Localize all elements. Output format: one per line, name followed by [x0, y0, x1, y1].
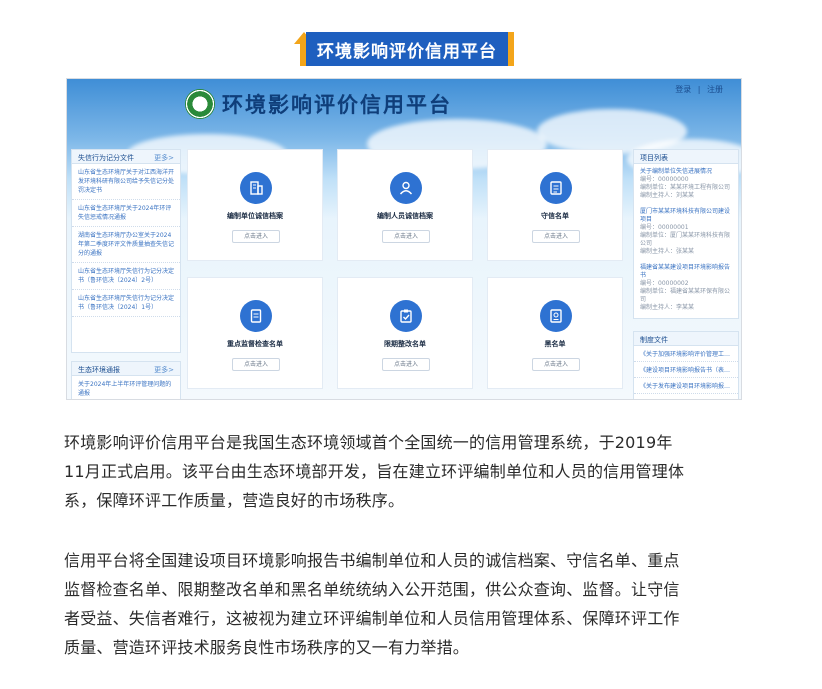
card-trustworthy-list[interactable]: 守信名单 点击进入 [487, 149, 623, 261]
login-links: 登录 | 注册 [675, 85, 723, 94]
project-list-panel: 项目列表 关于编制单位失信进展情况 编号：00000000 编制单位：某某环境工… [633, 149, 739, 319]
person-icon [390, 172, 422, 204]
doc-link[interactable]: 《关于发布建设项目环境影响报告书（表）编制能力建设指南的公告》 [634, 378, 738, 394]
policy-docs-panel: 制度文件 《关于加强环境影响评价管理工作的通知》 《建设项目环境影响报告书（表）… [633, 331, 739, 399]
document-icon [240, 300, 272, 332]
paragraph-line: 系，保障环评工作质量，营造良好的市场秩序。 [64, 491, 405, 510]
more-link[interactable]: 更多> [154, 153, 174, 162]
list-item[interactable]: 山东省生态环境厅失信行为记分决定书（鲁环信决〔2024〕2号） [72, 263, 180, 290]
card-label: 编制人员诚信档案 [377, 212, 433, 220]
card-label: 黑名单 [544, 340, 566, 348]
credit-penalty-files-panel: 失信行为记分文件 更多> 山东省生态环境厅关于对江西海洋开发环境科研有限公司给予… [71, 149, 181, 353]
login-link[interactable]: 登录 [675, 85, 691, 94]
doc-link[interactable]: 《关于加强环境影响评价管理工作的通知》 [634, 346, 738, 362]
panel-title: 生态环境通报 [78, 366, 120, 374]
blacklist-icon [540, 300, 572, 332]
badge-title: 环境影响评价信用平台 [306, 32, 514, 66]
list-item[interactable]: 关于编制单位失信进展情况 编号：00000000 编制单位：某某环境工程有限公司… [634, 164, 738, 204]
card-label: 重点监督检查名单 [227, 340, 283, 348]
panel-title: 失信行为记分文件 [78, 154, 134, 162]
card-blacklist[interactable]: 黑名单 点击进入 [487, 277, 623, 389]
card-unit-credit-archive[interactable]: 编制单位诚信档案 点击进入 [187, 149, 323, 261]
paragraph-line: 信用平台将全国建设项目环境影响报告书编制单位和人员的诚信档案、守信名单、重点 [64, 551, 680, 570]
list-item[interactable]: 山东省生态环境厅失信行为记分决定书（鲁环信决〔2024〕1号） [72, 290, 180, 317]
card-staff-credit-archive[interactable]: 编制人员诚信档案 点击进入 [337, 149, 473, 261]
panel-title: 制度文件 [640, 336, 668, 344]
list-item[interactable]: 福建省某某建设项目环境影响报告书 编号：00000002 编制单位：福建省某某环… [634, 260, 738, 316]
enter-button[interactable]: 点击进入 [382, 358, 430, 371]
clipboard-icon [390, 300, 422, 332]
intro-paragraph: 环境影响评价信用平台是我国生态环境领域首个全国统一的信用管理系统，于2019年 … [64, 428, 764, 515]
more-link[interactable]: 更多> [154, 365, 174, 374]
platform-screenshot: 环境影响评价信用平台 登录 | 注册 失信行为记分文件 更多> 山东省生态环境厅… [66, 78, 742, 400]
doc-link[interactable]: 《建设项目环境影响报告书（表）编制监督管理办法》 [634, 362, 738, 378]
site-title: 环境影响评价信用平台 [222, 93, 452, 117]
list-item[interactable]: 湖南省生态环境厅办公室关于2024年第二季度环评文件质量抽查失信记分的通报 [72, 227, 180, 263]
detail-paragraph: 信用平台将全国建设项目环境影响报告书编制单位和人员的诚信档案、守信名单、重点 监… [64, 546, 764, 662]
list-item[interactable]: 山东省生态环境厅关于对江西海洋开发环境科研有限公司给予失信记分处罚决定书 [72, 164, 180, 200]
enter-button[interactable]: 点击进入 [532, 230, 580, 243]
enter-button[interactable]: 点击进入 [382, 230, 430, 243]
card-label: 守信名单 [541, 212, 569, 220]
enter-button[interactable]: 点击进入 [232, 230, 280, 243]
paragraph-line: 监督检查名单、限期整改名单和黑名单统统纳入公开范围，供公众查询、监督。让守信 [64, 580, 680, 599]
ministry-logo-icon [185, 89, 215, 119]
paragraph-line: 环境影响评价信用平台是我国生态环境领域首个全国统一的信用管理系统，于2019年 [64, 433, 673, 452]
paragraph-line: 11月正式启用。该平台由生态环境部开发，旨在建立环评编制单位和人员的信用管理体 [64, 462, 685, 481]
card-rectification-list[interactable]: 限期整改名单 点击进入 [337, 277, 473, 389]
list-item[interactable]: 山东省生态环境厅关于2024年环评失信惩戒情况通报 [72, 200, 180, 227]
card-label: 限期整改名单 [384, 340, 426, 348]
list-item[interactable]: 关于2024年上半年环评管理问题的通报 [72, 376, 180, 399]
register-link[interactable]: 注册 [707, 85, 723, 94]
eco-bulletin-panel: 生态环境通报 更多> 关于2024年上半年环评管理问题的通报 [71, 361, 181, 399]
card-key-inspection-list[interactable]: 重点监督检查名单 点击进入 [187, 277, 323, 389]
enter-button[interactable]: 点击进入 [532, 358, 580, 371]
paragraph-line: 质量、营造环评技术服务良性市场秩序的又一有力举措。 [64, 638, 470, 657]
header-badge: 环境影响评价信用平台 [294, 28, 514, 68]
panel-title: 项目列表 [640, 154, 668, 162]
list-item[interactable]: 厦门市某某环境科技有限公司建设项目 编号：00000001 编制单位：厦门某某环… [634, 204, 738, 260]
enter-button[interactable]: 点击进入 [232, 358, 280, 371]
card-label: 编制单位诚信档案 [227, 212, 283, 220]
paragraph-line: 者受益、失信者难行，这被视为建立环评编制单位和人员信用管理体系、保障环评工作 [64, 609, 680, 628]
building-icon [240, 172, 272, 204]
checklist-icon [540, 172, 572, 204]
